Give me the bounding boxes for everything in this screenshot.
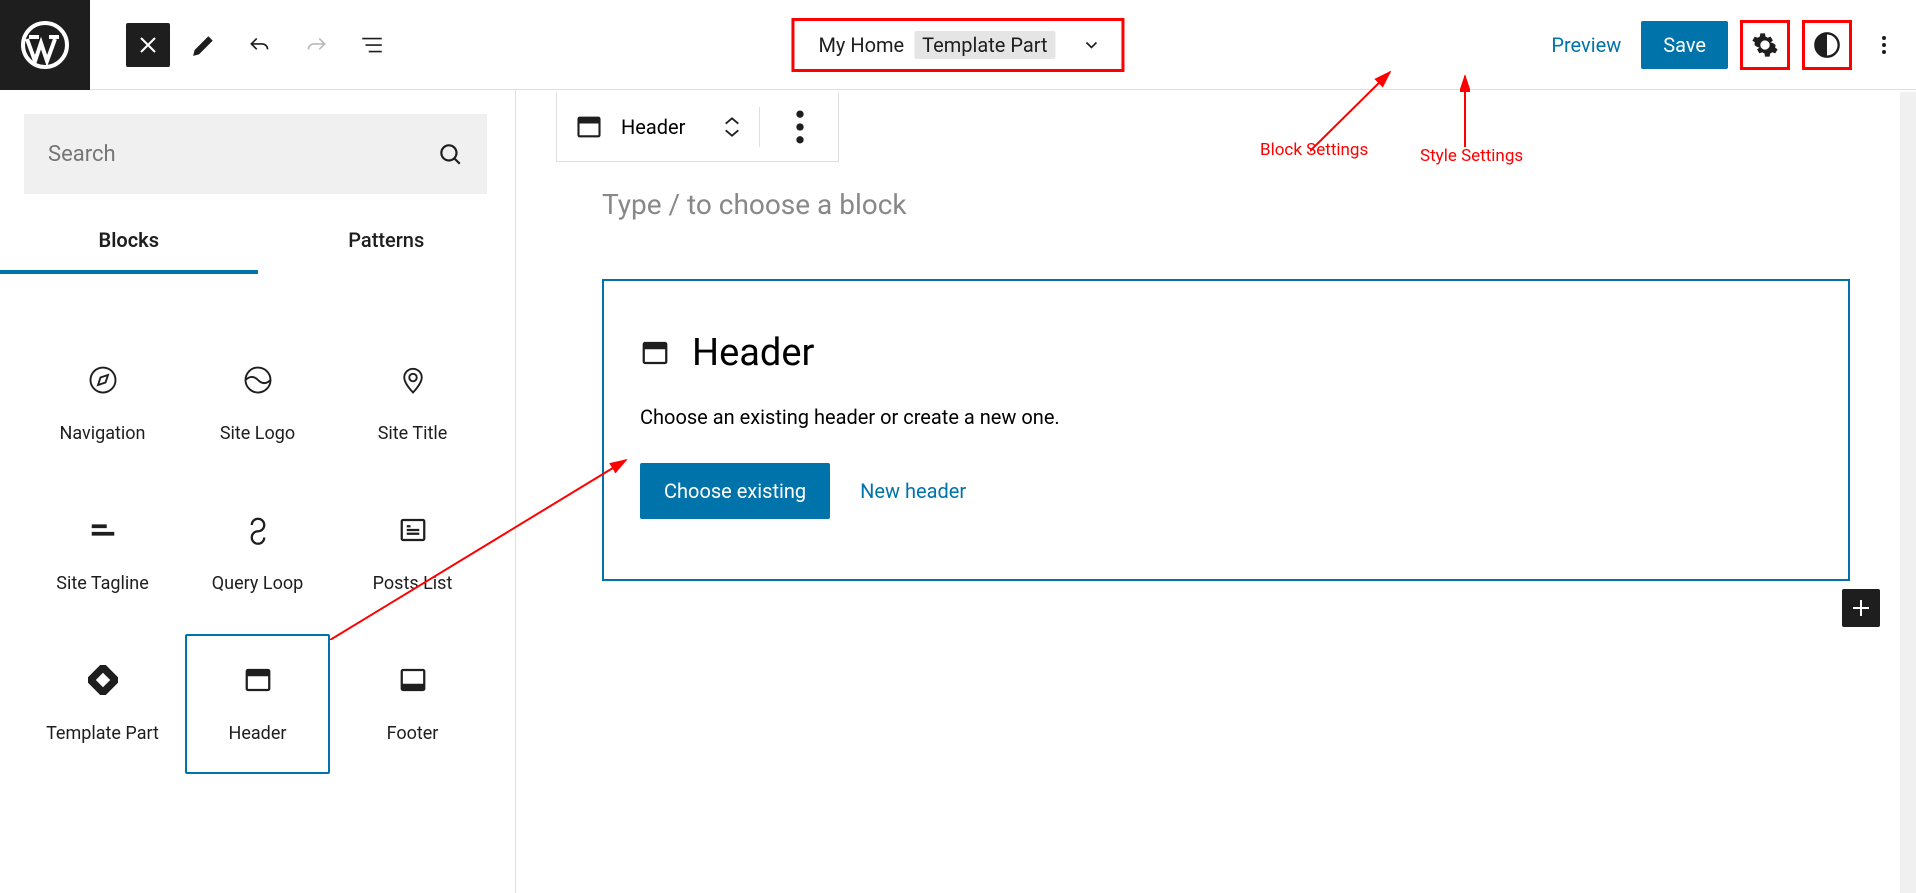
move-controls[interactable]	[723, 116, 741, 138]
tagline-icon	[88, 515, 118, 545]
tools-button[interactable]	[182, 23, 226, 67]
block-site-title[interactable]: Site Title	[340, 334, 485, 474]
block-label: Query Loop	[212, 573, 303, 594]
wordpress-icon	[21, 21, 69, 69]
annotation-style-settings: Style Settings	[1420, 146, 1523, 166]
list-icon	[359, 32, 385, 58]
save-button[interactable]: Save	[1641, 21, 1728, 69]
doc-part-badge: Template Part	[914, 31, 1055, 59]
compass-icon	[88, 365, 118, 395]
block-header[interactable]: Header	[185, 634, 330, 774]
chevron-down-icon	[723, 128, 741, 138]
site-logo-icon	[243, 365, 273, 395]
blocks-grid: Navigation Site Logo Site Title Site Tag…	[0, 274, 515, 794]
top-bar: My Home Template Part Preview Save	[0, 0, 1916, 90]
block-posts-list[interactable]: Posts List	[340, 484, 485, 624]
doc-name: My Home	[818, 33, 904, 57]
list-box-icon	[398, 515, 428, 545]
style-settings-button[interactable]	[1802, 20, 1852, 70]
search-input[interactable]: Search	[24, 114, 487, 194]
wordpress-logo[interactable]	[0, 0, 90, 90]
block-footer[interactable]: Footer	[340, 634, 485, 774]
block-label: Site Logo	[220, 423, 295, 444]
block-settings-button[interactable]	[1740, 20, 1790, 70]
undo-button[interactable]	[238, 23, 282, 67]
more-vertical-icon	[1872, 33, 1896, 57]
inserter-tabs: Blocks Patterns	[0, 214, 515, 274]
header-icon	[640, 338, 670, 368]
loop-icon	[243, 515, 273, 545]
block-toolbar: Header	[556, 92, 839, 162]
block-inserter-sidebar: Search Blocks Patterns Navigation Site L…	[0, 90, 516, 893]
chevron-up-icon	[723, 116, 741, 126]
block-navigation[interactable]: Navigation	[30, 334, 175, 474]
divider	[759, 107, 760, 147]
redo-icon	[303, 32, 329, 58]
more-vertical-icon	[778, 105, 822, 149]
block-label: Site Title	[378, 423, 448, 444]
chevron-down-icon	[1082, 35, 1102, 55]
plus-icon	[1849, 596, 1873, 620]
header-icon	[243, 665, 273, 695]
block-label: Posts List	[373, 573, 453, 594]
canvas-scrollbar[interactable]	[1900, 92, 1916, 893]
block-label: Footer	[387, 723, 439, 744]
footer-icon	[398, 665, 428, 695]
preview-link[interactable]: Preview	[1551, 33, 1621, 57]
search-icon	[437, 141, 463, 167]
styles-icon	[1813, 31, 1841, 59]
header-block-title: Header	[692, 331, 814, 375]
pin-icon	[398, 365, 428, 395]
block-label: Header	[229, 723, 287, 744]
top-right-actions: Preview Save	[1551, 20, 1904, 70]
block-site-logo[interactable]: Site Logo	[185, 334, 330, 474]
header-block-icon	[575, 113, 603, 141]
editor-canvas: Header Type / to choose a block Header C…	[536, 92, 1916, 893]
document-title[interactable]: My Home Template Part	[791, 18, 1124, 72]
add-block-button[interactable]	[1842, 589, 1880, 627]
list-view-button[interactable]	[350, 23, 394, 67]
more-options-button[interactable]	[1864, 25, 1904, 65]
gear-icon	[1751, 31, 1779, 59]
header-block-desc: Choose an existing header or create a ne…	[640, 405, 1818, 429]
tab-blocks[interactable]: Blocks	[0, 214, 258, 274]
redo-button[interactable]	[294, 23, 338, 67]
annotation-block-settings: Block Settings	[1260, 140, 1368, 160]
block-toolbar-label: Header	[621, 115, 685, 139]
block-site-tagline[interactable]: Site Tagline	[30, 484, 175, 624]
block-label: Template Part	[46, 723, 159, 744]
new-header-link[interactable]: New header	[860, 479, 966, 503]
block-query-loop[interactable]: Query Loop	[185, 484, 330, 624]
close-inserter-button[interactable]	[126, 23, 170, 67]
block-placeholder[interactable]: Type / to choose a block	[602, 188, 1896, 221]
template-part-icon	[88, 665, 118, 695]
tab-patterns[interactable]: Patterns	[258, 214, 516, 274]
block-label: Navigation	[60, 423, 146, 444]
block-template-part[interactable]: Template Part	[30, 634, 175, 774]
search-placeholder: Search	[48, 142, 116, 167]
block-label: Site Tagline	[56, 573, 149, 594]
header-block[interactable]: Header Choose an existing header or crea…	[602, 279, 1850, 581]
block-more-button[interactable]	[778, 105, 822, 149]
pencil-icon	[191, 32, 217, 58]
close-icon	[136, 33, 160, 57]
choose-existing-button[interactable]: Choose existing	[640, 463, 830, 519]
block-type-button[interactable]	[567, 105, 611, 149]
undo-icon	[247, 32, 273, 58]
